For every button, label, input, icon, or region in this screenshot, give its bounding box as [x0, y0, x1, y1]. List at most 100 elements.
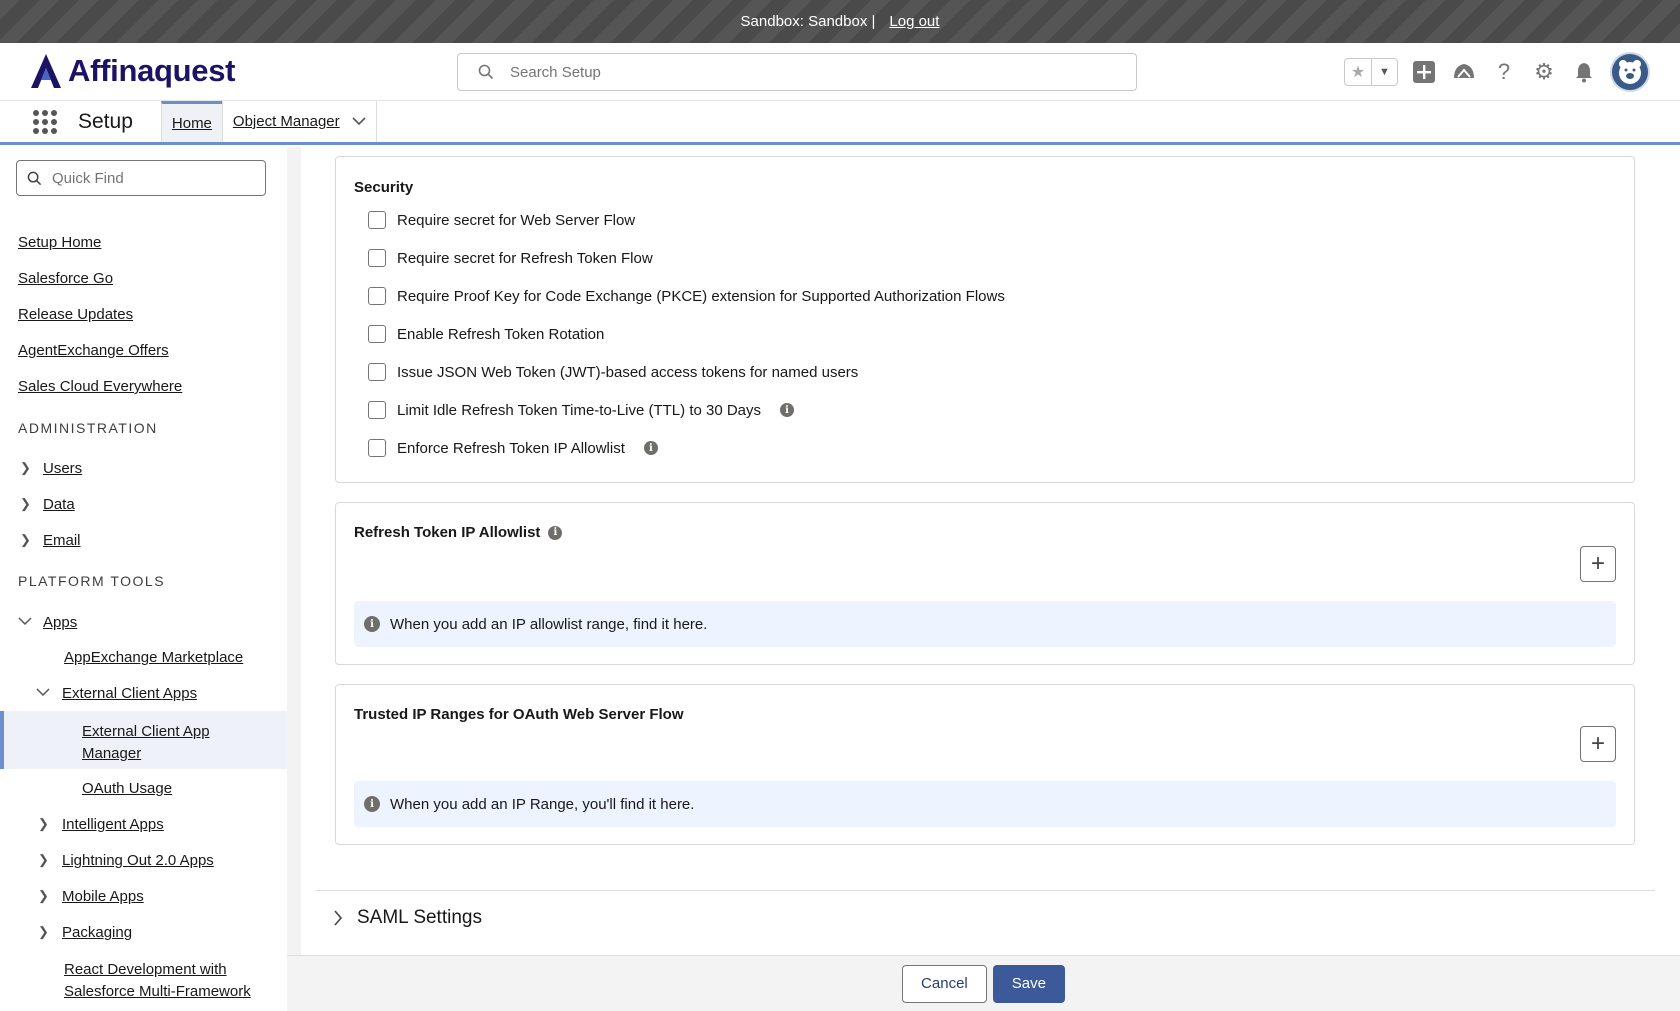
checkbox[interactable]: [368, 211, 386, 229]
chevron-right-icon[interactable]: ❯: [20, 496, 31, 512]
chevron-right-icon[interactable]: ❯: [38, 852, 49, 868]
header-tools: ★ ▼ ? ⚙: [1344, 52, 1650, 92]
trusted-ip-ranges-card: Trusted IP Ranges for OAuth Web Server F…: [335, 684, 1635, 845]
user-avatar[interactable]: [1610, 52, 1650, 92]
sidebar-item-packaging[interactable]: Packaging: [62, 924, 132, 941]
save-button[interactable]: Save: [992, 964, 1065, 1003]
nav-divider: [375, 101, 377, 142]
chevron-right-icon[interactable]: ❯: [38, 888, 49, 904]
add-ip-allowlist-button[interactable]: +: [1580, 546, 1616, 582]
setup-sidebar: Setup Home Salesforce Go Release Updates…: [0, 147, 287, 1011]
option-jwt-access-tokens[interactable]: Issue JSON Web Token (JWT)-based access …: [368, 363, 858, 381]
option-web-server-secret[interactable]: Require secret for Web Server Flow: [368, 211, 635, 229]
sidebar-link-setup-home[interactable]: Setup Home: [18, 234, 101, 251]
sidebar-item-intelligent-apps[interactable]: Intelligent Apps: [62, 816, 164, 833]
trailhead-icon[interactable]: [1450, 58, 1478, 86]
option-label: Require Proof Key for Code Exchange (PKC…: [397, 287, 1005, 305]
option-label: Enable Refresh Token Rotation: [397, 325, 605, 343]
chevron-down-icon[interactable]: [18, 614, 32, 629]
main-panel: Security Require secret for Web Server F…: [315, 147, 1680, 955]
checkbox[interactable]: [368, 287, 386, 305]
ip-allowlist-title-row: Refresh Token IP Allowlist i: [354, 524, 563, 541]
sidebar-link-salesforce-go[interactable]: Salesforce Go: [18, 270, 113, 287]
quick-find[interactable]: [16, 160, 266, 196]
checkbox[interactable]: [368, 439, 386, 457]
gear-icon[interactable]: ⚙: [1530, 58, 1558, 86]
chevron-right-icon[interactable]: ❯: [38, 924, 49, 940]
sidebar-link-release-updates[interactable]: Release Updates: [18, 306, 133, 323]
favorites-group: ★ ▼: [1344, 58, 1398, 86]
chevron-right-icon[interactable]: ❯: [38, 816, 49, 832]
chevron-right-icon[interactable]: [333, 910, 343, 926]
tab-home[interactable]: Home: [160, 101, 222, 142]
option-limit-idle-ttl[interactable]: Limit Idle Refresh Token Time-to-Live (T…: [368, 401, 795, 419]
brand-logo[interactable]: Affinaquest: [30, 53, 236, 89]
sidebar-item-data[interactable]: Data: [43, 496, 75, 513]
tab-home-label: Home: [171, 114, 212, 132]
sidebar-item-react-development[interactable]: React Development with Salesforce Multi-…: [64, 959, 264, 1003]
trusted-ip-ranges-title: Trusted IP Ranges for OAuth Web Server F…: [354, 706, 684, 723]
caret-down-icon[interactable]: ▼: [1371, 59, 1397, 85]
sidebar-link-sales-cloud-everywhere[interactable]: Sales Cloud Everywhere: [18, 378, 182, 395]
option-label: Require secret for Refresh Token Flow: [397, 249, 653, 267]
search-icon: [478, 64, 494, 80]
trusted-ip-ranges-notice: i When you add an IP Range, you'll find …: [354, 781, 1616, 827]
tab-object-manager-label: Object Manager: [232, 113, 340, 130]
sidebar-item-email[interactable]: Email: [43, 532, 81, 549]
checkbox[interactable]: [368, 401, 386, 419]
chevron-right-icon[interactable]: ❯: [20, 460, 31, 476]
ip-allowlist-card: Refresh Token IP Allowlist i + i When yo…: [335, 502, 1635, 665]
sandbox-label: Sandbox: Sandbox |: [740, 13, 876, 30]
app-launcher-icon[interactable]: [32, 101, 78, 142]
security-title: Security: [354, 179, 414, 196]
sidebar-link-agentexchange[interactable]: AgentExchange Offers: [18, 342, 169, 359]
info-icon[interactable]: i: [643, 441, 658, 455]
option-pkce[interactable]: Require Proof Key for Code Exchange (PKC…: [368, 287, 1005, 305]
app-name: Setup: [78, 109, 133, 133]
info-icon[interactable]: i: [780, 403, 795, 417]
ip-allowlist-notice-text: When you add an IP allowlist range, find…: [390, 615, 708, 633]
sidebar-item-appexchange[interactable]: AppExchange Marketplace: [64, 649, 243, 666]
search-input[interactable]: [510, 63, 1110, 81]
main-content: Security Require secret for Web Server F…: [287, 147, 1680, 955]
option-refresh-token-secret[interactable]: Require secret for Refresh Token Flow: [368, 249, 653, 267]
chevron-down-icon[interactable]: [36, 685, 50, 700]
chevron-down-icon[interactable]: [352, 115, 366, 129]
sandbox-bar: Sandbox: Sandbox | Log out: [0, 0, 1680, 43]
quick-find-input[interactable]: [52, 169, 242, 187]
bell-icon[interactable]: [1570, 58, 1598, 86]
option-label: Enforce Refresh Token IP Allowlist: [397, 439, 625, 457]
checkbox[interactable]: [368, 325, 386, 343]
sidebar-item-apps[interactable]: Apps: [43, 614, 77, 631]
sidebar-item-lightning-out[interactable]: Lightning Out 2.0 Apps: [62, 852, 214, 869]
sidebar-item-oauth-usage[interactable]: OAuth Usage: [82, 780, 172, 797]
sidebar-item-external-client-apps[interactable]: External Client Apps: [62, 685, 197, 702]
sidebar-heading-platform-tools: PLATFORM TOOLS: [18, 573, 166, 589]
chevron-right-icon[interactable]: ❯: [20, 532, 31, 548]
saml-settings-section[interactable]: SAML Settings: [315, 890, 1655, 929]
sidebar-item-eca-manager[interactable]: External Client App Manager: [82, 721, 252, 765]
sidebar-item-mobile-apps[interactable]: Mobile Apps: [62, 888, 144, 905]
checkbox[interactable]: [368, 249, 386, 267]
info-icon: i: [364, 796, 380, 812]
star-icon[interactable]: ★: [1345, 59, 1371, 85]
option-label: Limit Idle Refresh Token Time-to-Live (T…: [397, 401, 762, 419]
option-enforce-ip-allowlist[interactable]: Enforce Refresh Token IP Allowlist i: [368, 439, 658, 457]
help-icon[interactable]: ?: [1490, 58, 1518, 86]
info-icon: i: [364, 616, 380, 632]
info-icon[interactable]: i: [548, 525, 563, 540]
ip-allowlist-notice: i When you add an IP allowlist range, fi…: [354, 601, 1616, 647]
logout-link[interactable]: Log out: [889, 13, 939, 30]
sidebar-item-users[interactable]: Users: [43, 460, 82, 477]
security-card: Security Require secret for Web Server F…: [335, 156, 1635, 483]
global-header: Affinaquest ★ ▼ ? ⚙: [0, 43, 1680, 101]
tab-object-manager[interactable]: Object Manager: [221, 101, 376, 142]
cancel-button[interactable]: Cancel: [902, 964, 987, 1003]
ip-allowlist-title: Refresh Token IP Allowlist: [354, 524, 541, 541]
affinaquest-logo-icon: [31, 54, 61, 88]
option-refresh-token-rotation[interactable]: Enable Refresh Token Rotation: [368, 325, 604, 343]
checkbox[interactable]: [368, 363, 386, 381]
add-ip-range-button[interactable]: +: [1580, 726, 1616, 762]
global-add-icon[interactable]: [1410, 58, 1438, 86]
global-search[interactable]: [457, 53, 1137, 91]
